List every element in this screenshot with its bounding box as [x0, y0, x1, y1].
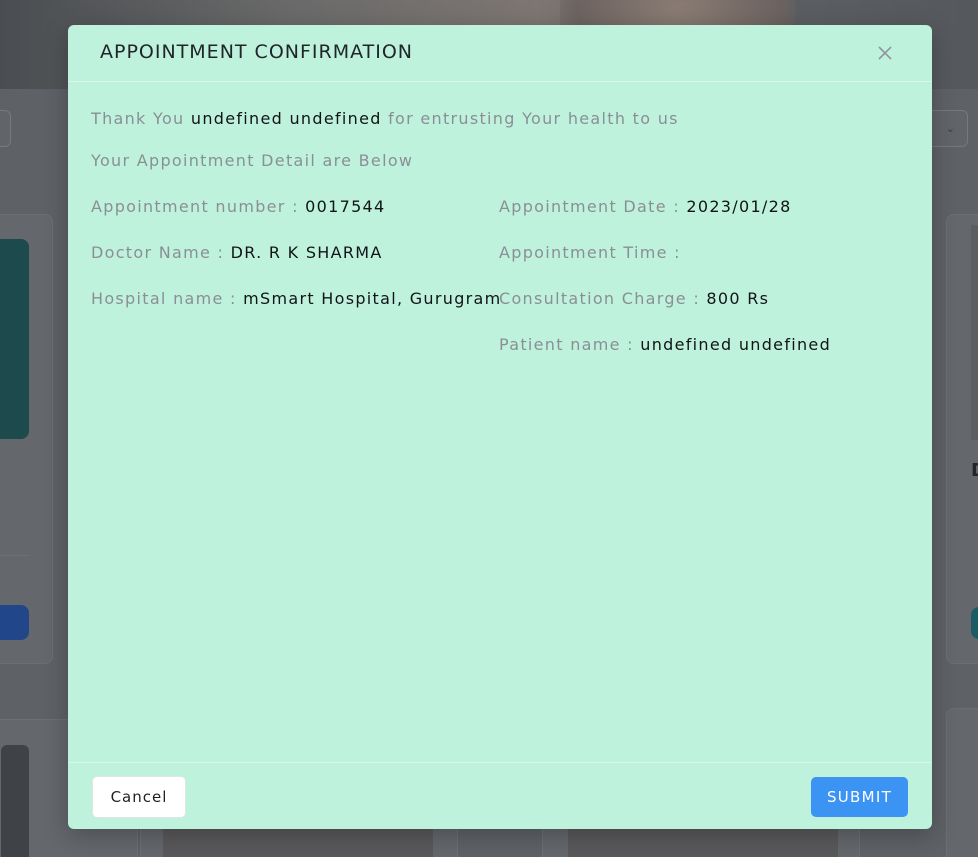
chevron-down-icon: ⌄	[945, 122, 955, 135]
modal-header: APPOINTMENT CONFIRMATION	[68, 25, 932, 82]
appointment-number-label: Appointment number :	[91, 197, 299, 216]
close-icon	[878, 45, 892, 64]
appointment-date-row: Appointment Date : 2023/01/28	[499, 197, 792, 216]
modal-footer: Cancel SUBMIT	[68, 762, 932, 829]
thank-patient-name: undefined undefined	[190, 109, 382, 128]
appointment-date-value: 2023/01/28	[686, 197, 792, 216]
appointment-time-row: Appointment Time :	[499, 243, 681, 262]
details-heading: Your Appointment Detail are Below	[91, 151, 414, 170]
thank-you-message: Thank You undefined undefined for entrus…	[91, 109, 679, 128]
doctor-card	[946, 708, 978, 857]
doctor-name-label: Doctor Name :	[91, 243, 225, 262]
modal-body: Thank You undefined undefined for entrus…	[68, 83, 932, 763]
cancel-button[interactable]: Cancel	[92, 776, 186, 818]
doctor-card: D	[946, 214, 978, 664]
patient-name-row: Patient name : undefined undefined	[499, 335, 831, 354]
appointment-number-row: Appointment number : 0017544	[91, 197, 386, 216]
consultation-charge-label: Consultation Charge :	[499, 289, 701, 308]
doctor-name-row: Doctor Name : DR. R K SHARMA	[91, 243, 383, 262]
hospital-name-value: mSmart Hospital, Gurugram	[243, 289, 502, 308]
thank-suffix: for entrusting Your health to us	[388, 109, 679, 128]
appointment-number-value: 0017544	[305, 197, 386, 216]
doctor-card	[0, 214, 53, 664]
modal-title: APPOINTMENT CONFIRMATION	[100, 41, 414, 63]
consultation-charge-row: Consultation Charge : 800 Rs	[499, 289, 769, 308]
patient-name-label: Patient name :	[499, 335, 634, 354]
patient-name-value: undefined undefined	[640, 335, 832, 354]
doctor-name-value: DR. R K SHARMA	[230, 243, 383, 262]
doctor-card-initial: D	[971, 460, 978, 481]
thank-prefix: Thank You	[91, 109, 185, 128]
appointment-confirmation-modal: APPOINTMENT CONFIRMATION Thank You undef…	[68, 25, 932, 829]
hospital-name-row: Hospital name : mSmart Hospital, Gurugra…	[91, 289, 502, 308]
close-button[interactable]	[872, 41, 898, 67]
submit-button[interactable]: SUBMIT	[811, 777, 908, 817]
hospital-name-label: Hospital name :	[91, 289, 237, 308]
appointment-time-label: Appointment Time :	[499, 243, 681, 262]
appointment-date-label: Appointment Date :	[499, 197, 680, 216]
filter-select-left	[0, 110, 11, 147]
consultation-charge-value: 800 Rs	[706, 289, 770, 308]
